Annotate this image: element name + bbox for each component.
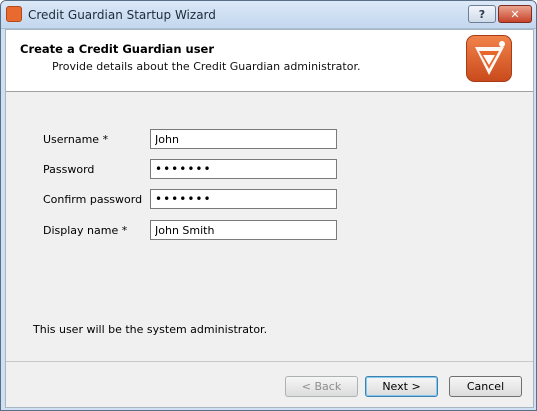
title-bar: Credit Guardian Startup Wizard ? ✕ — [1, 1, 536, 29]
username-input[interactable] — [150, 129, 337, 149]
username-label: Username * — [43, 133, 109, 146]
confirm-password-label: Confirm password — [43, 193, 143, 206]
wizard-client-area: Create a Credit Guardian user Provide de… — [5, 29, 534, 408]
close-button[interactable]: ✕ — [498, 5, 532, 23]
page-subtitle: Provide details about the Credit Guardia… — [52, 60, 361, 73]
footer-separator — [6, 361, 533, 362]
wizard-header: Create a Credit Guardian user Provide de… — [6, 30, 533, 92]
page-title: Create a Credit Guardian user — [20, 42, 215, 56]
password-label: Password — [43, 163, 95, 176]
confirm-password-input[interactable]: ••••••• — [150, 189, 337, 209]
display-name-input[interactable] — [150, 220, 337, 240]
admin-note: This user will be the system administrat… — [33, 323, 268, 336]
password-input[interactable]: ••••••• — [150, 159, 337, 179]
next-button[interactable]: Next > — [365, 376, 438, 397]
credit-guardian-logo — [466, 35, 512, 82]
display-name-label: Display name * — [43, 224, 128, 237]
help-button[interactable]: ? — [468, 5, 496, 23]
window-title: Credit Guardian Startup Wizard — [28, 8, 216, 22]
cancel-button[interactable]: Cancel — [449, 376, 522, 397]
credit-guardian-app-icon — [6, 6, 22, 22]
back-button[interactable]: < Back — [285, 376, 358, 397]
wizard-window: Credit Guardian Startup Wizard ? ✕ Creat… — [0, 0, 537, 411]
